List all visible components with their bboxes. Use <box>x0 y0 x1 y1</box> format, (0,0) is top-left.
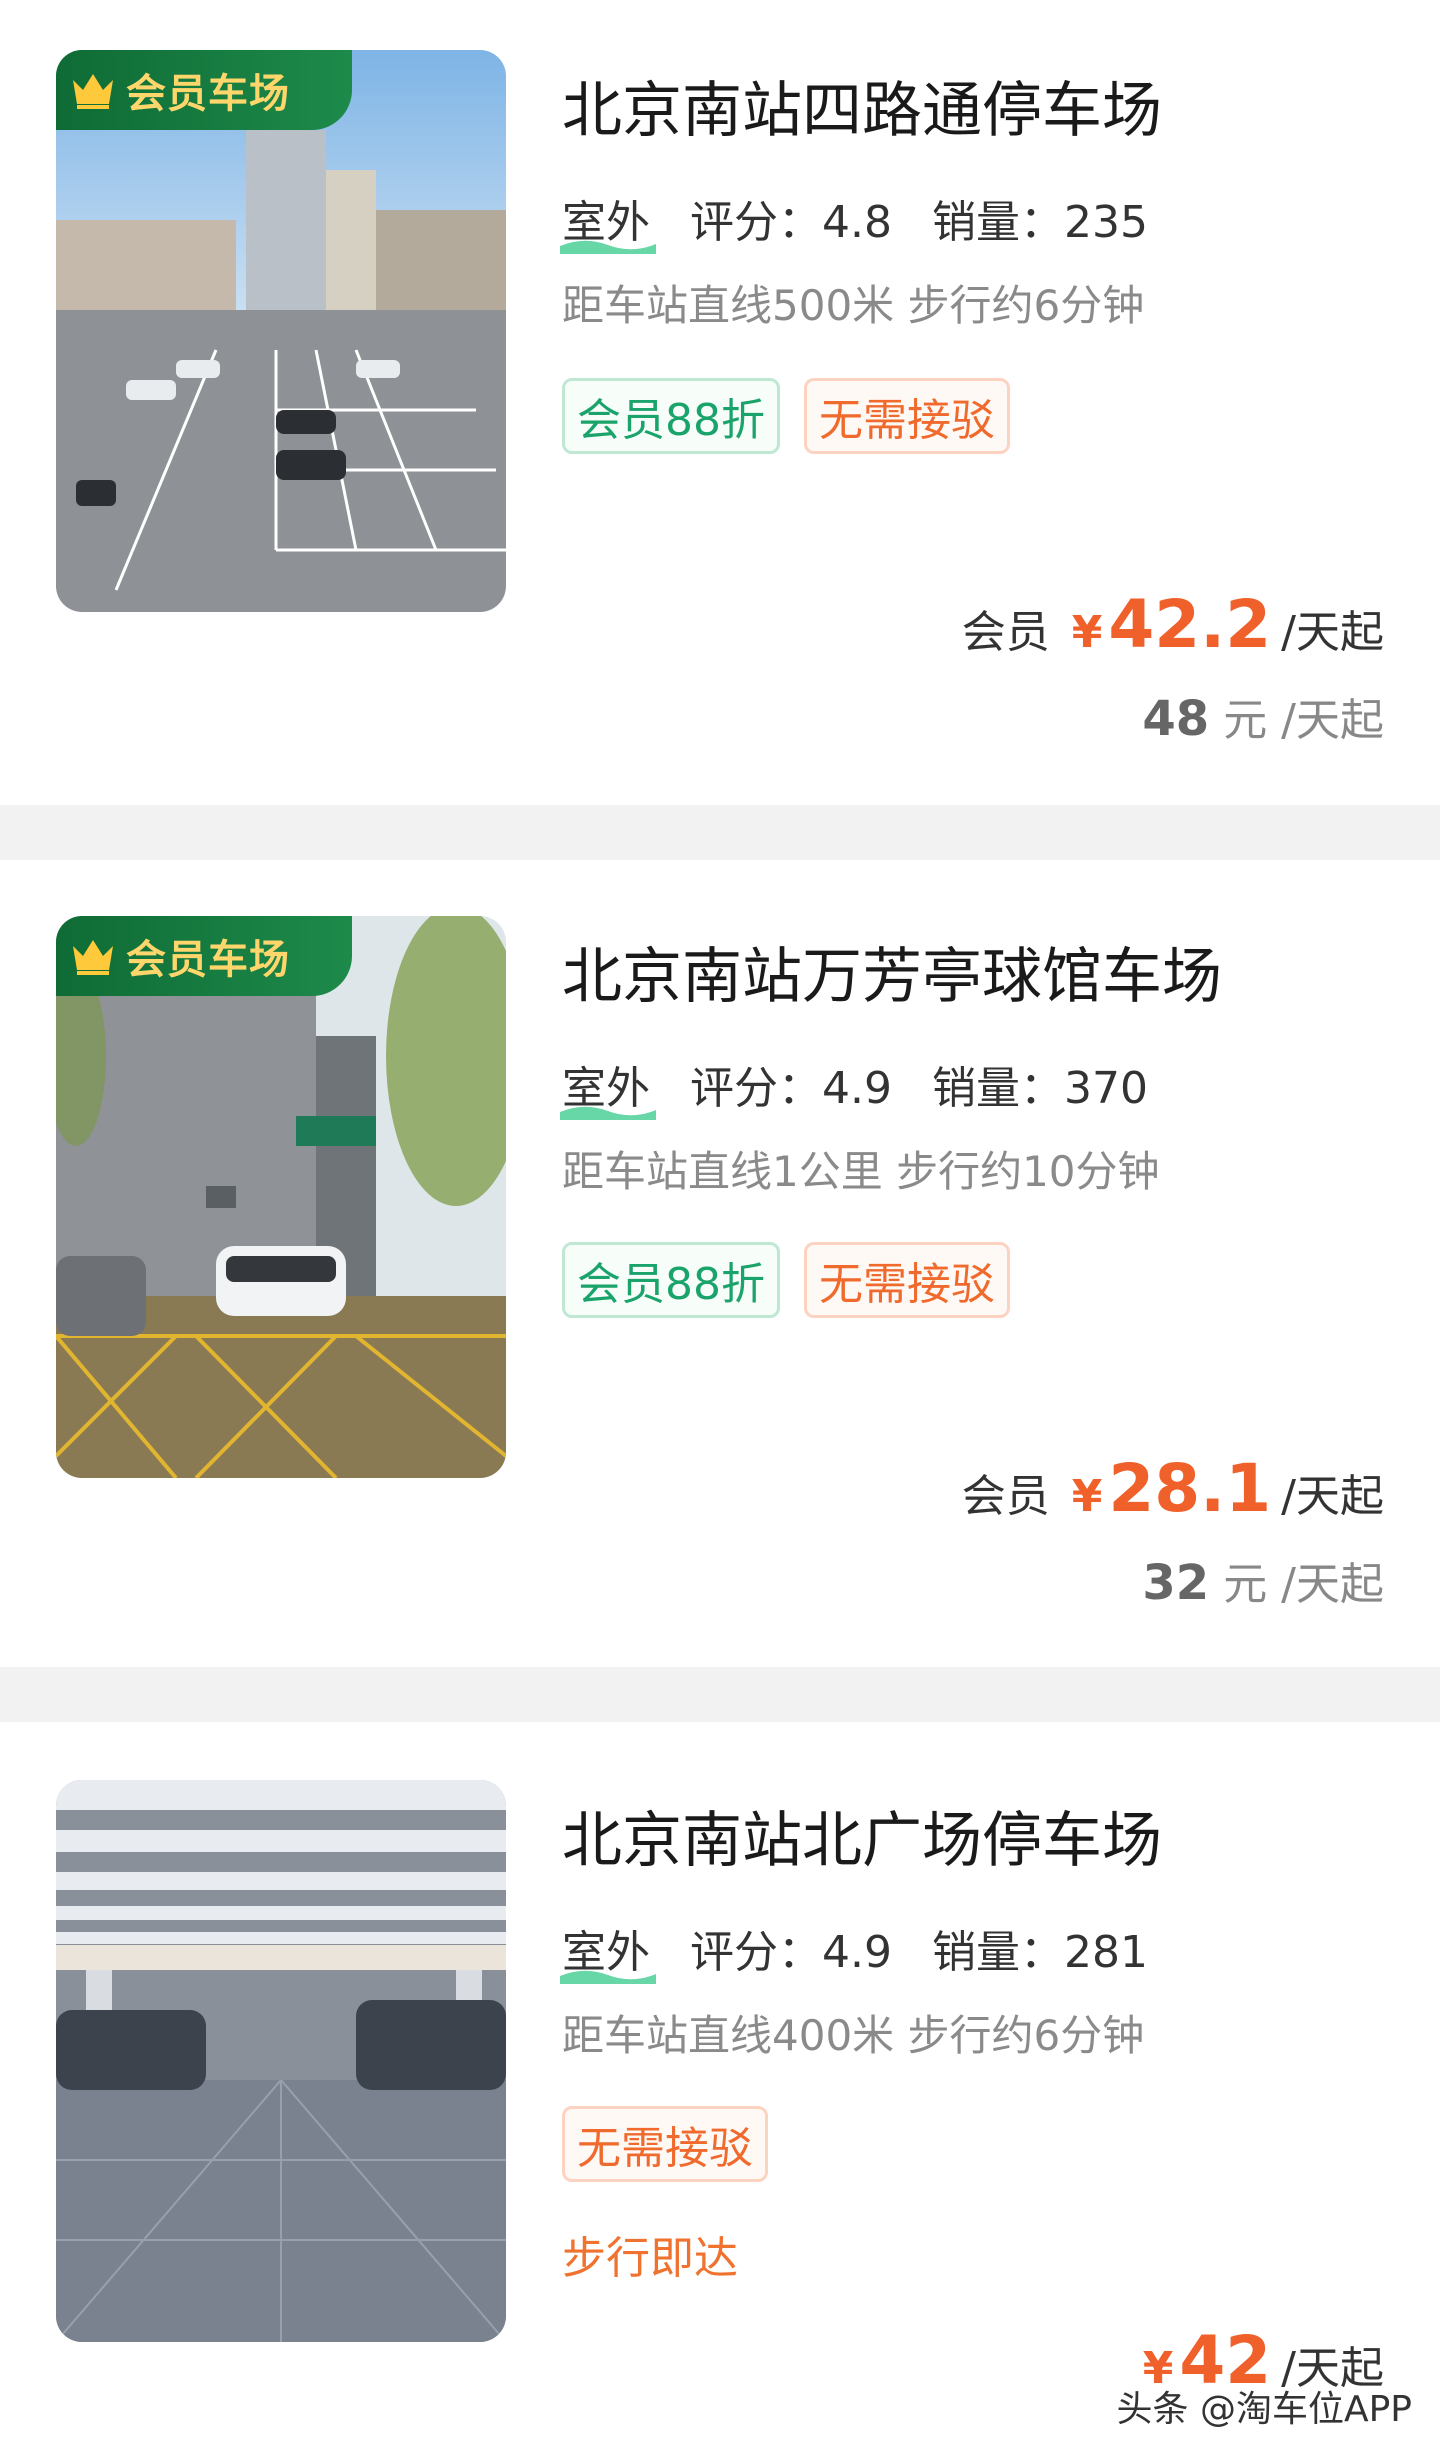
original-price-value: 48 <box>1142 691 1210 747</box>
tag-no-shuttle: 无需接驳 <box>562 2106 768 2182</box>
original-price-row: 32 元 /天起 <box>1142 1548 1384 1612</box>
sales-label: 销量：281 <box>931 1927 1148 1978</box>
sales-label: 销量：235 <box>931 197 1148 248</box>
tag-member-discount: 会员88折 <box>562 378 780 454</box>
distance-info: 距车站直线1公里 步行约10分钟 <box>562 1147 1160 1196</box>
member-price-value: 42.2 <box>1108 586 1272 663</box>
price-unit: /天起 <box>1281 607 1384 658</box>
listing-card-3[interactable]: 北京南站北广场停车场 室外 评分：4.9 销量：281 距车站直线400米 步行… <box>0 1722 1440 2448</box>
outdoor-type-label: 室外 <box>560 186 656 254</box>
member-lot-badge-label: 会员车场 <box>126 937 290 983</box>
parking-meta-row: 室外 评分：4.8 销量：235 <box>560 186 1148 254</box>
outdoor-type-label: 室外 <box>560 1052 656 1120</box>
card-divider <box>0 805 1440 860</box>
original-price-unit: 元 /天起 <box>1223 695 1384 746</box>
tag-no-shuttle: 无需接驳 <box>804 1242 1010 1318</box>
currency-symbol: ¥ <box>1071 1471 1103 1522</box>
watermark: 头条 @淘车位APP <box>1116 2389 1413 2430</box>
listing-card-1[interactable]: 会员车场 北京南站四路通停车场 室外 评分：4.8 销量：235 距车站直线50… <box>0 0 1440 805</box>
distance-info: 距车站直线500米 步行约6分钟 <box>562 281 1145 330</box>
member-price-label: 会员 <box>961 1471 1050 1522</box>
rating-label: 评分：4.9 <box>690 1063 892 1114</box>
crown-icon <box>73 940 113 975</box>
original-price-row: 48 元 /天起 <box>1142 684 1384 748</box>
original-price-value: 32 <box>1142 1555 1210 1611</box>
outdoor-type-label: 室外 <box>560 1916 656 1984</box>
sales-label: 销量：370 <box>931 1063 1148 1114</box>
member-price-label: 会员 <box>961 607 1050 658</box>
member-price-value: 28.1 <box>1108 1450 1272 1527</box>
member-price-row: 会员 ¥ 42.2 /天起 <box>962 586 1384 663</box>
parking-meta-row: 室外 评分：4.9 销量：370 <box>560 1052 1148 1120</box>
listing-card-2[interactable]: 会员车场 北京南站万芳亭球馆车场 室外 评分：4.9 销量：370 距车站直线1… <box>0 860 1440 1667</box>
original-price-unit: 元 /天起 <box>1223 1559 1384 1610</box>
parking-photo-under-overpass <box>56 1780 506 2342</box>
currency-symbol: ¥ <box>1071 607 1103 658</box>
parking-lot-name[interactable]: 北京南站四路通停车场 <box>562 62 1162 149</box>
member-lot-badge-label: 会员车场 <box>126 71 290 117</box>
tag-no-shuttle: 无需接驳 <box>804 378 1010 454</box>
parking-meta-row: 室外 评分：4.9 销量：281 <box>560 1916 1148 1984</box>
member-lot-badge: 会员车场 <box>56 916 352 996</box>
price-unit: /天起 <box>1281 1471 1384 1522</box>
crown-icon <box>73 74 113 109</box>
card-divider <box>0 1667 1440 1722</box>
rating-label: 评分：4.8 <box>690 197 892 248</box>
walk-direct-note: 步行即达 <box>562 2233 738 2284</box>
parking-lot-name[interactable]: 北京南站北广场停车场 <box>562 1792 1162 1879</box>
parking-photo-outdoor-lot <box>56 50 506 612</box>
rating-label: 评分：4.9 <box>690 1927 892 1978</box>
distance-info: 距车站直线400米 步行约6分钟 <box>562 2011 1145 2060</box>
tag-member-discount: 会员88折 <box>562 1242 780 1318</box>
member-lot-badge: 会员车场 <box>56 50 352 130</box>
parking-photo-tennis-hall <box>56 916 506 1478</box>
member-price-row: 会员 ¥ 28.1 /天起 <box>962 1450 1384 1527</box>
parking-lot-name[interactable]: 北京南站万芳亭球馆车场 <box>562 928 1222 1015</box>
